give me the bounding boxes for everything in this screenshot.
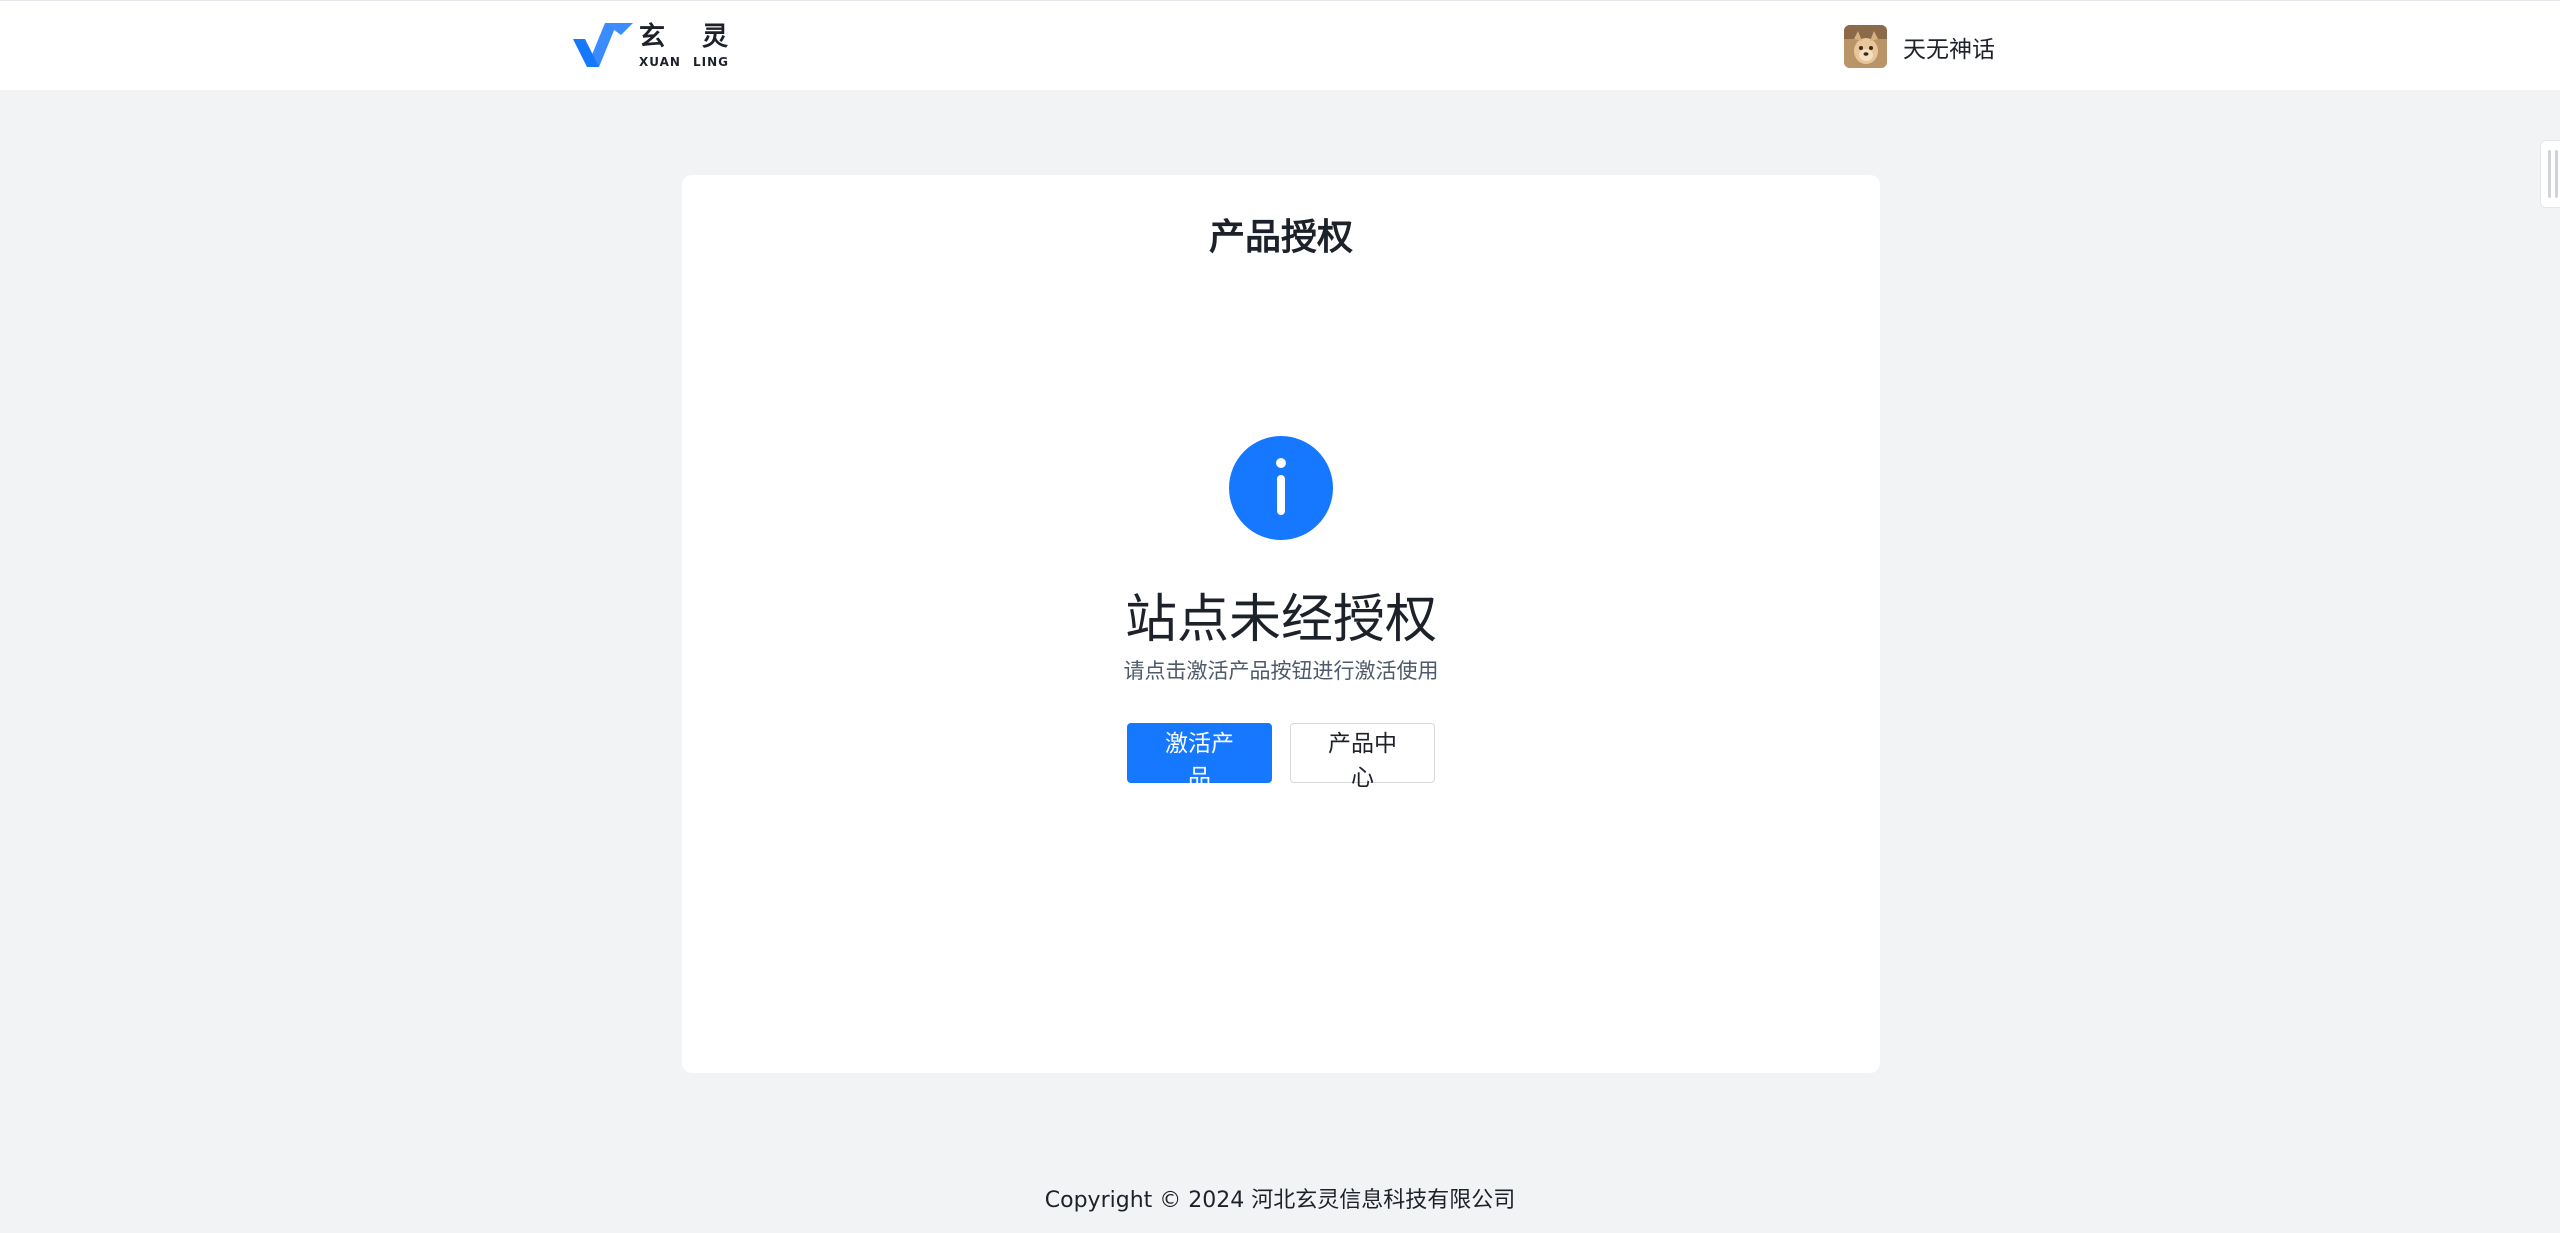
license-card: 产品授权 站点未经授权 请点击激活产品按钮进行激活使用 激活产品 产品中心: [682, 175, 1880, 1073]
footer-copyright: Copyright © 2024 河北玄灵信息科技有限公司: [1044, 1188, 1516, 1213]
activate-product-button[interactable]: 激活产品: [1127, 723, 1272, 791]
handle-grip: [2554, 150, 2558, 198]
product-center-button[interactable]: 产品中心: [1290, 723, 1435, 791]
logo-english-name: XUAN LING: [639, 56, 742, 68]
info-icon: [1229, 436, 1333, 540]
page-title: 产品授权: [1208, 217, 1353, 258]
logo-english-left: XUAN: [639, 55, 681, 69]
brand-logo[interactable]: 玄 灵 XUAN LING: [573, 23, 742, 69]
handle-grip: [2547, 150, 2551, 198]
top-header: 玄 灵 XUAN LING 天无神话: [0, 0, 2560, 90]
status-subtitle: 请点击激活产品按钮进行激活使用: [1123, 659, 1439, 683]
user-menu[interactable]: 天无神话: [1844, 25, 1995, 68]
logo-v-mark-icon: [573, 23, 633, 67]
logo-text: 玄 灵 XUAN LING: [639, 24, 742, 68]
status-title: 站点未经授权: [1124, 590, 1437, 650]
side-scroll-handle[interactable]: [2540, 140, 2560, 208]
username[interactable]: 天无神话: [1903, 30, 1995, 64]
logo-english-right: LING: [692, 55, 729, 69]
avatar[interactable]: [1844, 25, 1887, 68]
logo-chinese-name: 玄 灵: [639, 22, 743, 52]
action-buttons: 激活产品 产品中心: [682, 723, 1880, 791]
user-avatar-icon: [1844, 25, 1887, 68]
